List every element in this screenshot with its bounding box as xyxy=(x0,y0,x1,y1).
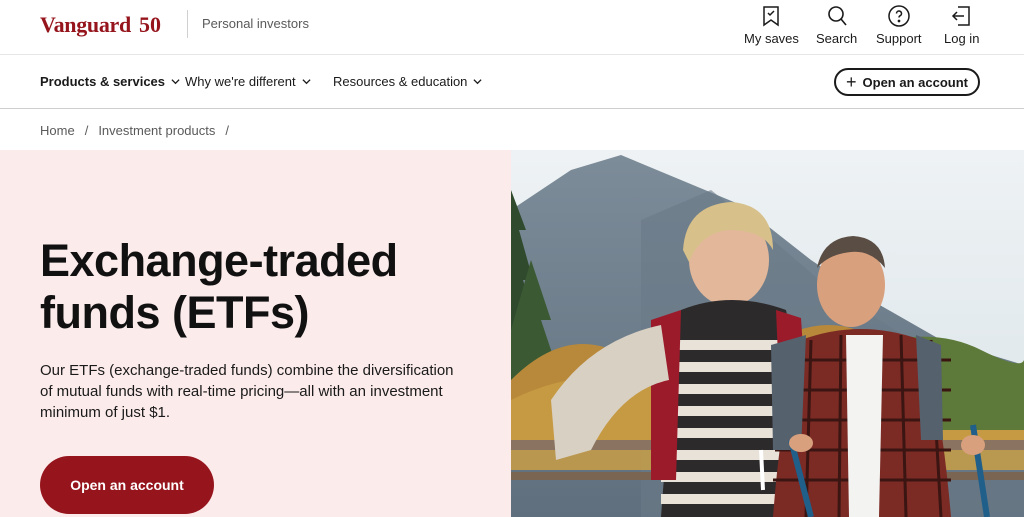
hero-description: Our ETFs (exchange-traded funds) combine… xyxy=(40,362,454,421)
chevron-down-icon xyxy=(171,79,180,85)
help-icon xyxy=(888,5,910,27)
bookmark-icon xyxy=(763,6,780,27)
breadcrumb-home[interactable]: Home xyxy=(40,123,75,138)
open-account-button[interactable]: Open an account xyxy=(40,456,214,514)
nav-products-services[interactable]: Products & services xyxy=(40,74,180,89)
search-label: Search xyxy=(816,31,858,46)
breadcrumb: Home / Investment products / xyxy=(40,123,229,138)
support-button[interactable]: Support xyxy=(876,4,922,46)
search-icon xyxy=(827,6,847,26)
open-account-nav-button[interactable]: + Open an account xyxy=(834,68,980,96)
nav-why-label: Why we're different xyxy=(185,74,296,89)
logo-divider xyxy=(187,10,188,38)
breadcrumb-separator: / xyxy=(84,123,89,138)
my-saves-label: My saves xyxy=(744,31,799,46)
chevron-down-icon xyxy=(302,79,311,85)
page-title: Exchange-traded funds (ETFs) xyxy=(40,235,398,338)
hero-panel: Exchange-traded funds (ETFs) Our ETFs (e… xyxy=(0,150,511,517)
chevron-down-icon xyxy=(473,79,482,85)
hero-image xyxy=(511,150,1024,517)
site-tagline[interactable]: Personal investors xyxy=(202,16,309,31)
brand-name: Vanguard xyxy=(40,12,131,37)
login-label: Log in xyxy=(944,31,980,46)
breadcrumb-separator: / xyxy=(225,123,229,138)
plus-icon: + xyxy=(846,72,857,92)
top-header: Vanguard 50 Personal investors My saves … xyxy=(0,0,1024,55)
my-saves-button[interactable]: My saves xyxy=(744,4,799,46)
nav-resources-education[interactable]: Resources & education xyxy=(333,74,482,89)
support-label: Support xyxy=(876,31,922,46)
search-button[interactable]: Search xyxy=(816,4,857,46)
main-navigation: Products & services Why we're different … xyxy=(0,55,1024,109)
login-button[interactable]: Log in xyxy=(944,4,979,46)
breadcrumb-investment-products[interactable]: Investment products xyxy=(98,123,215,138)
hikers-photo xyxy=(511,150,1024,517)
vanguard-logo[interactable]: Vanguard 50 xyxy=(40,12,161,38)
open-account-nav-label: Open an account xyxy=(862,74,968,90)
anniversary-mark: 50 xyxy=(138,12,161,37)
nav-resources-label: Resources & education xyxy=(333,74,468,89)
nav-why-different[interactable]: Why we're different xyxy=(185,74,311,89)
login-icon xyxy=(951,6,970,26)
nav-products-label: Products & services xyxy=(40,74,166,89)
